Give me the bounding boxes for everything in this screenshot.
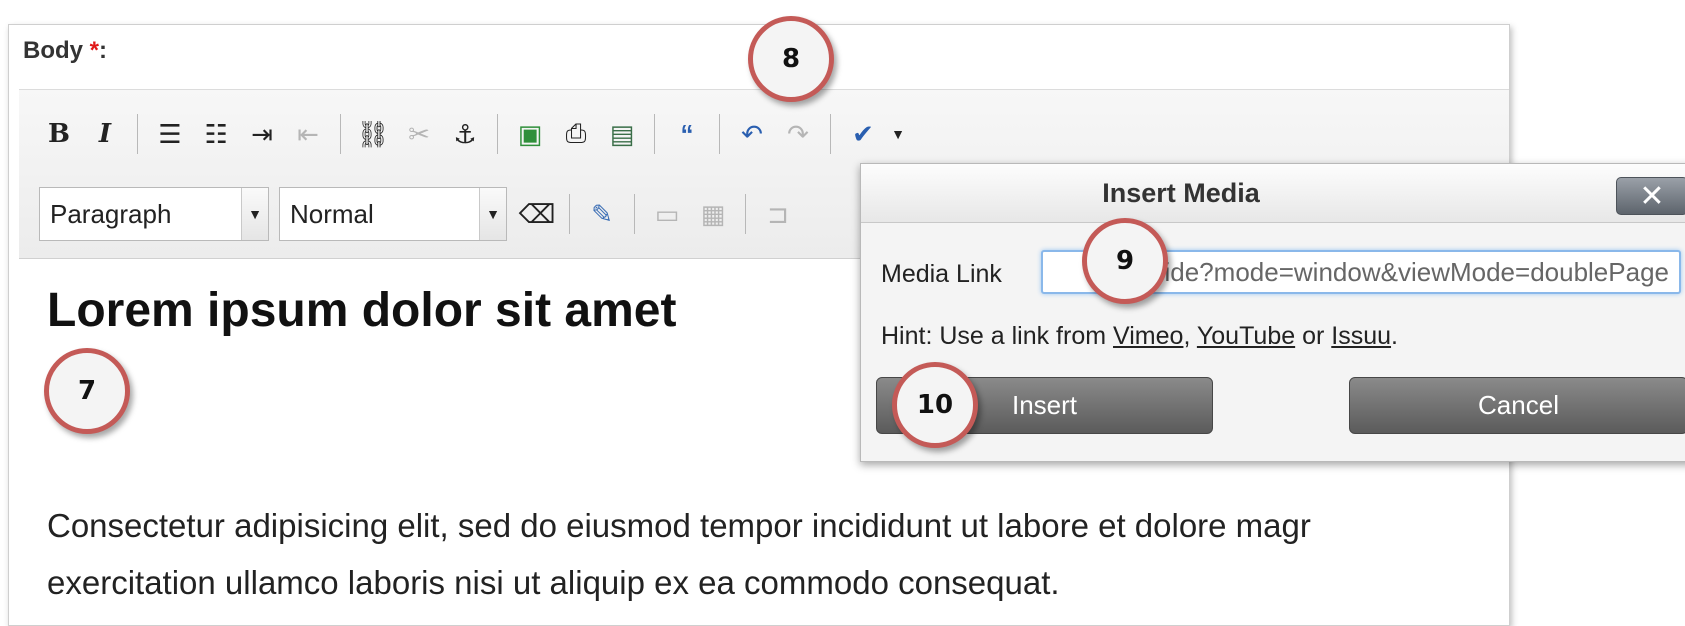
cancel-button[interactable]: Cancel [1349,377,1685,434]
toolbar-separator [745,194,746,234]
insert-link-icon[interactable]: ⎙ [556,114,596,154]
youtube-link[interactable]: YouTube [1197,322,1295,350]
insert-media-dialog: Insert Media ✕ Media Link Hint: Use a li… [860,163,1685,462]
outdent-icon[interactable]: ⇤ [288,114,328,154]
numbered-list-icon[interactable]: ☷ [196,114,236,154]
dialog-title-bar: Insert Media ✕ [861,164,1685,223]
toolbar-row-2: Paragraph ▼ Normal ▼ ⌫ ✎ ▭ ▦ ⊐ [39,186,804,242]
italic-icon[interactable]: I [85,114,125,154]
toolbar-separator [497,114,498,154]
required-mark: * [89,37,100,64]
bulleted-list-icon[interactable]: ☰ [150,114,190,154]
toolbar-separator [634,194,635,234]
table-merge-icon[interactable]: ⊐ [758,194,798,234]
unlink-icon[interactable]: ✂ [399,114,439,154]
redo-icon[interactable]: ↷ [778,114,818,154]
style-select[interactable]: Normal ▼ [279,187,507,241]
toolbar-separator [830,114,831,154]
table-column-icon[interactable]: ▦ [693,194,733,234]
paragraph-line: Consectetur adipisicing elit, sed do eiu… [47,507,1311,544]
toolbar-separator [719,114,720,154]
hint-separator: or [1295,322,1332,350]
eraser-icon[interactable]: ⌫ [517,194,557,234]
bold-icon[interactable]: B [39,114,79,154]
toolbar-separator [340,114,341,154]
paragraph-line: exercitation ullamco laboris nisi ut ali… [47,564,1060,601]
hint-end: . [1391,322,1398,350]
content-paragraph: Consectetur adipisicing elit, sed do eiu… [47,497,1467,611]
vimeo-link[interactable]: Vimeo [1113,322,1183,350]
chevron-down-icon: ▼ [479,188,506,240]
body-label-colon: : [99,37,108,64]
link-icon[interactable]: ⛓ [353,114,393,154]
hint-text: Hint: Use a link from Vimeo, YouTube or … [881,322,1398,351]
issuu-link[interactable]: Issuu [1331,322,1391,350]
chevron-down-icon[interactable]: ▼ [889,114,907,154]
image-icon[interactable]: ▣ [510,114,550,154]
spellcheck-icon[interactable]: ✔ [843,114,883,154]
blockquote-icon[interactable]: “ [667,114,707,154]
callout-marker: 7 [44,348,130,434]
anchor-icon[interactable]: ⚓ [445,114,485,154]
undo-icon[interactable]: ↶ [732,114,772,154]
content-heading: Lorem ipsum dolor sit amet [47,284,677,337]
table-row-icon[interactable]: ▭ [647,194,687,234]
body-label: Body *: [23,37,107,65]
style-select-value: Normal [290,198,374,229]
format-select-value: Paragraph [50,198,172,229]
callout-marker: 8 [748,16,834,102]
dialog-title: Insert Media [1102,178,1260,208]
body-label-text: Body [23,37,90,64]
hint-prefix: Hint: Use a link from [881,322,1114,350]
close-icon[interactable]: ✕ [1616,177,1685,215]
chevron-down-icon: ▼ [241,188,268,240]
edit-icon[interactable]: ✎ [582,194,622,234]
insert-media-icon[interactable]: ▤ [602,114,642,154]
toolbar-separator [137,114,138,154]
media-link-label: Media Link [881,260,1002,288]
hint-separator: , [1183,322,1197,350]
callout-marker: 10 [892,362,978,448]
format-select[interactable]: Paragraph ▼ [39,187,269,241]
indent-icon[interactable]: ⇥ [242,114,282,154]
callout-marker: 9 [1082,218,1168,304]
toolbar-separator [654,114,655,154]
toolbar-row-1: B I ☰ ☷ ⇥ ⇤ ⛓ ✂ ⚓ ▣ ⎙ ▤ “ ↶ ↷ ✔ ▼ [39,112,913,156]
toolbar-separator [569,194,570,234]
